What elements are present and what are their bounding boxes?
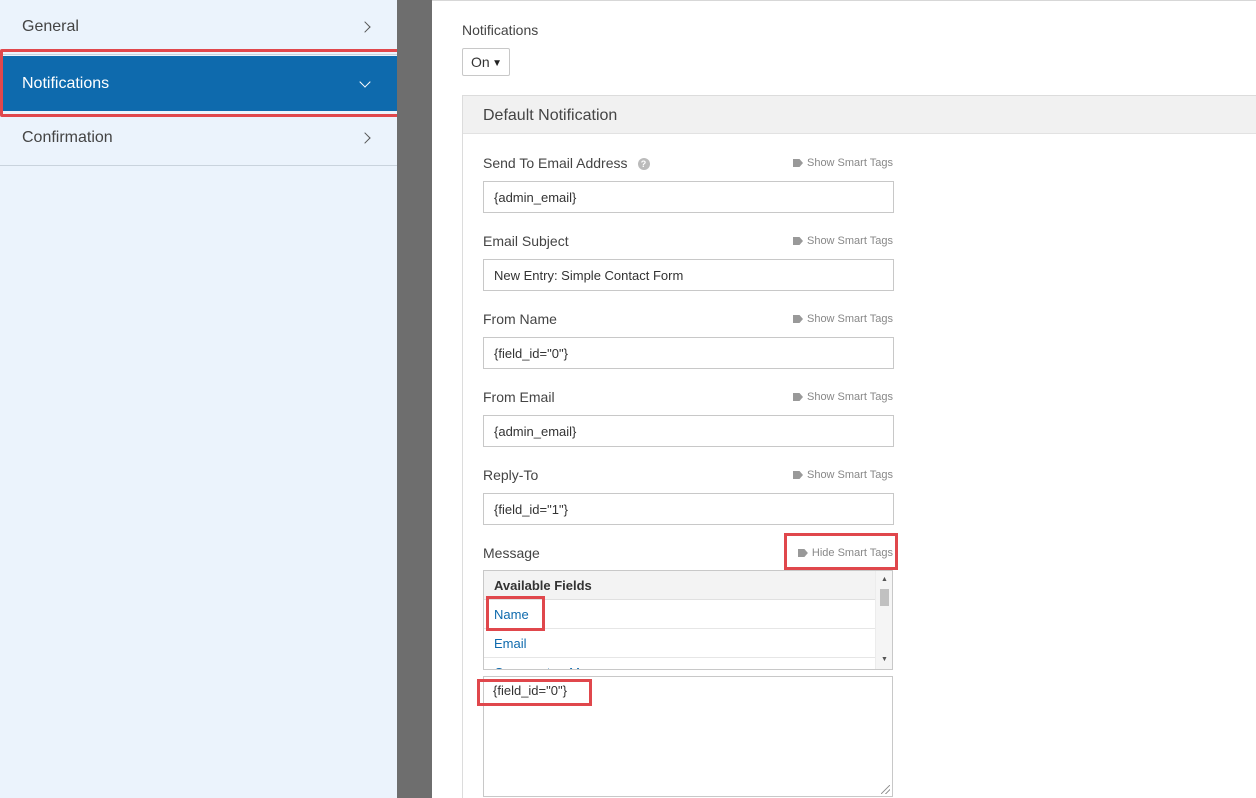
reply-to-input[interactable]: {field_id="1"} (483, 493, 894, 525)
scrollbar[interactable]: ▲ ▼ (875, 571, 892, 669)
send-to-label-text: Send To Email Address (483, 155, 628, 171)
email-subject-label: Email Subject (483, 233, 569, 249)
chevron-right-icon (359, 132, 371, 144)
smart-tags-label: Hide Smart Tags (811, 547, 893, 559)
show-smart-tags-link[interactable]: Show Smart Tags (792, 313, 893, 325)
sidebar-item-label: General (22, 18, 79, 35)
resize-handle-icon[interactable] (881, 785, 890, 794)
sidebar-item-confirmation[interactable]: Confirmation (0, 111, 397, 166)
smart-tags-label: Show Smart Tags (806, 313, 893, 325)
available-field-name[interactable]: Name (484, 600, 876, 629)
available-fields-list: Available Fields Name Email Comment or M… (483, 570, 893, 670)
from-name-label: From Name (483, 311, 557, 327)
reply-to-label: Reply-To (483, 467, 539, 483)
notifications-select[interactable]: On ▼ (462, 48, 510, 76)
sidebar-item-label: Confirmation (22, 129, 113, 146)
available-fields-heading: Available Fields (484, 571, 876, 600)
show-smart-tags-link[interactable]: Show Smart Tags (792, 391, 893, 403)
scroll-down-icon[interactable]: ▼ (876, 653, 892, 667)
hide-smart-tags-link[interactable]: Hide Smart Tags (797, 547, 893, 559)
email-subject-input[interactable]: New Entry: Simple Contact Form (483, 259, 894, 291)
top-border (432, 0, 1256, 1)
sidebar: General Notifications Confirmation (0, 0, 397, 798)
tag-icon (792, 471, 803, 479)
scrollbar-thumb[interactable] (880, 589, 889, 606)
available-field-comment[interactable]: Comment or Message (484, 658, 876, 670)
message-text: {field_id="0"} (493, 683, 567, 698)
show-smart-tags-link[interactable]: Show Smart Tags (792, 235, 893, 247)
tag-icon (792, 237, 803, 245)
send-to-label: Send To Email Address? (483, 155, 650, 171)
smart-tags-label: Show Smart Tags (806, 157, 893, 169)
smart-tags-label: Show Smart Tags (806, 469, 893, 481)
panel-title: Default Notification (483, 107, 618, 124)
smart-tags-label: Show Smart Tags (806, 235, 893, 247)
notifications-label: Notifications (462, 22, 539, 38)
caret-down-icon: ▼ (492, 58, 502, 69)
panel-divider (397, 0, 432, 798)
tag-icon (792, 315, 803, 323)
question-circle-icon[interactable]: ? (637, 158, 650, 170)
chevron-right-icon (359, 21, 371, 33)
message-label: Message (483, 545, 540, 561)
sidebar-item-label: Notifications (22, 74, 110, 92)
show-smart-tags-link[interactable]: Show Smart Tags (792, 157, 893, 169)
chevron-down-icon (359, 75, 371, 88)
from-email-input[interactable]: {admin_email} (483, 415, 894, 447)
sidebar-item-general[interactable]: General (0, 0, 397, 55)
smart-tags-label: Show Smart Tags (806, 391, 893, 403)
available-field-email[interactable]: Email (484, 629, 876, 658)
from-name-input[interactable]: {field_id="0"} (483, 337, 894, 369)
from-email-label: From Email (483, 389, 555, 405)
panel-header[interactable]: Default Notification (463, 96, 1256, 134)
scroll-up-icon[interactable]: ▲ (876, 573, 892, 587)
show-smart-tags-link[interactable]: Show Smart Tags (792, 469, 893, 481)
send-to-email-input[interactable]: {admin_email} (483, 181, 894, 213)
tag-icon (797, 549, 808, 557)
tag-icon (792, 393, 803, 401)
sidebar-item-notifications[interactable]: Notifications (0, 56, 397, 111)
tag-icon (792, 159, 803, 167)
select-value: On (471, 54, 490, 70)
message-textarea[interactable]: {field_id="0"} (483, 676, 893, 797)
